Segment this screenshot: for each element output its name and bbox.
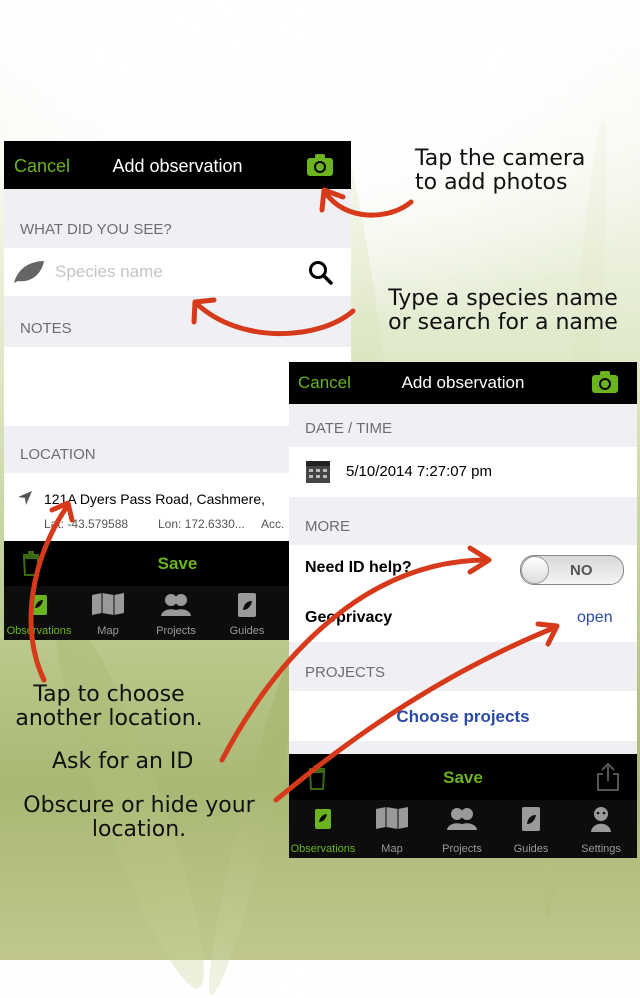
arrow-to-geoprivacy (273, 624, 559, 803)
arrow-to-species (193, 300, 356, 337)
arrow-to-location (28, 502, 71, 683)
arrow-to-need-id (219, 557, 490, 763)
annotation-arrows (28, 187, 560, 803)
